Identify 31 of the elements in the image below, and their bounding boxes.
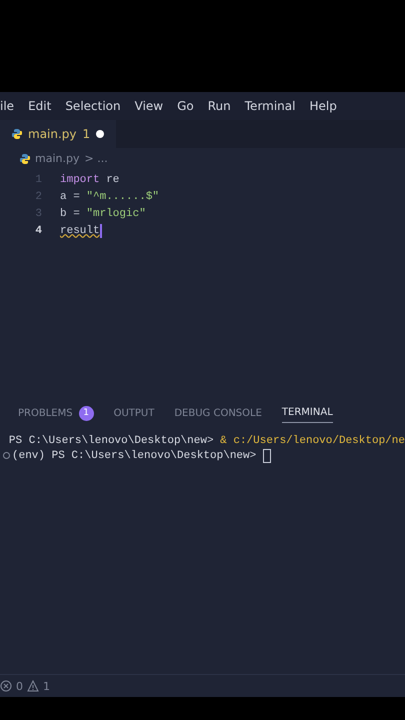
menu-item[interactable]: Edit (21, 99, 58, 113)
terminal-command: & c:/Users/lenovo/Desktop/ne (220, 434, 405, 446)
terminal-prompt: PS C:\Users\lenovo\Desktop\new> (8, 434, 215, 446)
code-line: result (60, 224, 100, 236)
code-line: b = "mrlogic" (60, 208, 146, 220)
panel-tab[interactable]: DEBUG CONSOLE (174, 404, 262, 422)
breadcrumb-item[interactable]: > ... (84, 152, 108, 165)
warning-icon[interactable] (27, 680, 39, 692)
panel-tab[interactable]: PROBLEMS 1 (18, 402, 94, 424)
panel-tab[interactable]: TERMINAL (282, 403, 333, 423)
line-number: 4 (34, 224, 43, 236)
menu-item[interactable]: Help (302, 99, 344, 113)
menu-item[interactable]: Terminal (238, 99, 302, 113)
code-line: import re (60, 174, 120, 186)
menu-item[interactable]: ile (0, 99, 22, 113)
error-icon[interactable] (0, 680, 12, 692)
menu-item[interactable]: View (128, 99, 170, 113)
error-count[interactable]: 0 (16, 680, 23, 692)
editor-tab[interactable]: main.py 1 (0, 120, 116, 148)
panel-tab[interactable]: OUTPUT (114, 404, 154, 422)
code-line: a = "^m......$" (60, 190, 160, 202)
menu-item[interactable]: Run (200, 99, 238, 113)
menu-item[interactable]: Selection (58, 99, 128, 113)
menu-item[interactable]: Go (170, 99, 201, 113)
count-badge: 1 (78, 406, 94, 420)
python-icon (12, 129, 22, 139)
terminal-prompt: (env) PS C:\Users\lenovo\Desktop\new> (12, 450, 258, 462)
python-icon (20, 154, 30, 164)
warning-count[interactable]: 1 (43, 680, 50, 692)
breadcrumb-item[interactable]: main.py (35, 152, 80, 165)
text-caret (100, 224, 102, 238)
